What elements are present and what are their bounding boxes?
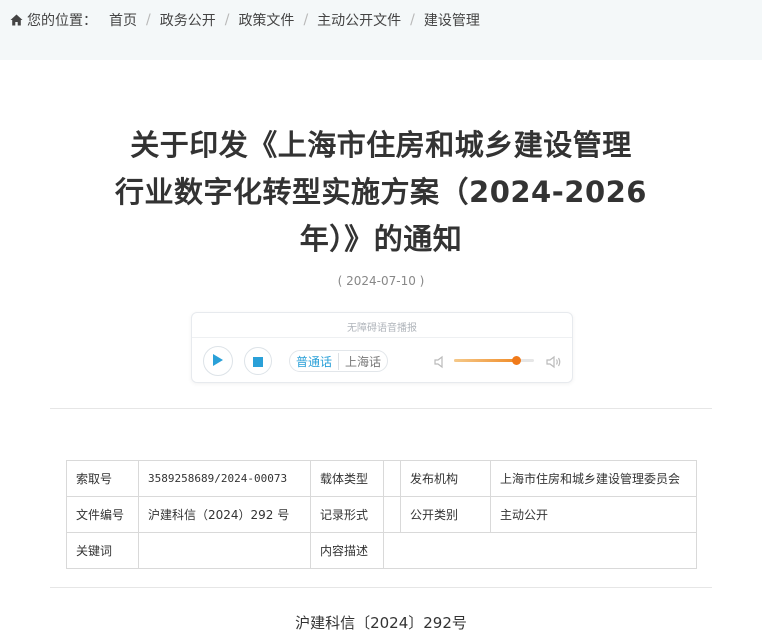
label-keywords: 关键词 — [66, 532, 139, 569]
breadcrumb-home[interactable]: 首页 — [109, 10, 137, 30]
document-number: 沪建科信〔2024〕292号 — [295, 614, 467, 632]
breadcrumb-separator: / — [303, 12, 309, 28]
value-record-form — [383, 496, 401, 533]
value-index-no: 3589258689/2024-00073 — [138, 460, 311, 497]
label-publisher: 发布机构 — [400, 460, 491, 497]
table-row: 关键词 内容描述 — [66, 532, 697, 569]
table-row: 索取号 3589258689/2024-00073 载体类型 发布机构 上海市住… — [66, 460, 697, 497]
breadcrumb-public-files[interactable]: 主动公开文件 — [317, 10, 401, 30]
home-icon — [10, 14, 23, 26]
document-info-table: 索取号 3589258689/2024-00073 载体类型 发布机构 上海市住… — [66, 460, 697, 569]
stop-icon — [253, 352, 263, 371]
play-button[interactable] — [203, 346, 233, 376]
volume-slider-fill — [454, 359, 517, 362]
value-disclosure-type: 主动公开 — [490, 496, 697, 533]
play-icon — [212, 352, 224, 371]
stop-button[interactable] — [244, 347, 272, 375]
volume-slider[interactable] — [454, 356, 534, 365]
label-index-no: 索取号 — [66, 460, 139, 497]
label-record-form: 记录形式 — [310, 496, 384, 533]
breadcrumb-bar: 您的位置： 首页 / 政务公开 / 政策文件 / 主动公开文件 / 建设管理 — [0, 0, 762, 60]
value-publisher: 上海市住房和城乡建设管理委员会 — [490, 460, 697, 497]
audio-player-title: 无障碍语音播报 — [347, 323, 417, 334]
audio-player-divider — [192, 337, 572, 338]
volume-slider-knob[interactable] — [511, 356, 521, 365]
label-carrier-type: 载体类型 — [310, 460, 384, 497]
breadcrumb-separator: / — [224, 12, 230, 28]
breadcrumb-policy-files[interactable]: 政策文件 — [238, 10, 294, 30]
table-row: 文件编号 沪建科信（2024）292 号 记录形式 公开类别 主动公开 — [66, 496, 697, 533]
divider — [50, 587, 712, 588]
title-line-1: 关于印发《上海市住房和城乡建设管理 — [130, 128, 632, 162]
title-line-3: 年）》的通知 — [299, 222, 463, 256]
language-switch: 普通话 上海话 — [289, 350, 389, 372]
volume-high-icon[interactable] — [545, 354, 563, 373]
value-description — [383, 532, 697, 569]
breadcrumb-separator: / — [410, 12, 415, 28]
volume-low-icon[interactable] — [433, 354, 447, 373]
lang-shanghainese-button[interactable]: 上海话 — [338, 352, 387, 370]
breadcrumb-lead: 您的位置： — [27, 13, 97, 29]
title-line-2: 行业数字化转型实施方案（2024-2026 — [115, 175, 647, 209]
label-description: 内容描述 — [310, 532, 384, 569]
page-title: 关于印发《上海市住房和城乡建设管理 行业数字化转型实施方案（2024-2026 … — [100, 122, 662, 263]
label-disclosure-type: 公开类别 — [400, 496, 491, 533]
breadcrumb: 您的位置： 首页 / 政务公开 / 政策文件 / 主动公开文件 / 建设管理 — [10, 10, 480, 30]
breadcrumb-separator: / — [146, 12, 151, 28]
breadcrumb-construction[interactable]: 建设管理 — [424, 10, 480, 30]
divider — [50, 408, 712, 409]
breadcrumb-gov-affairs[interactable]: 政务公开 — [160, 10, 216, 30]
audio-player: 无障碍语音播报 普通话 上海话 — [191, 312, 573, 383]
label-doc-no: 文件编号 — [66, 496, 139, 533]
value-doc-no: 沪建科信（2024）292 号 — [138, 496, 311, 533]
publish-date: ( 2024-07-10 ) — [337, 274, 425, 288]
value-carrier-type — [383, 460, 401, 497]
lang-mandarin-button[interactable]: 普通话 — [290, 353, 338, 370]
value-keywords — [138, 532, 311, 569]
